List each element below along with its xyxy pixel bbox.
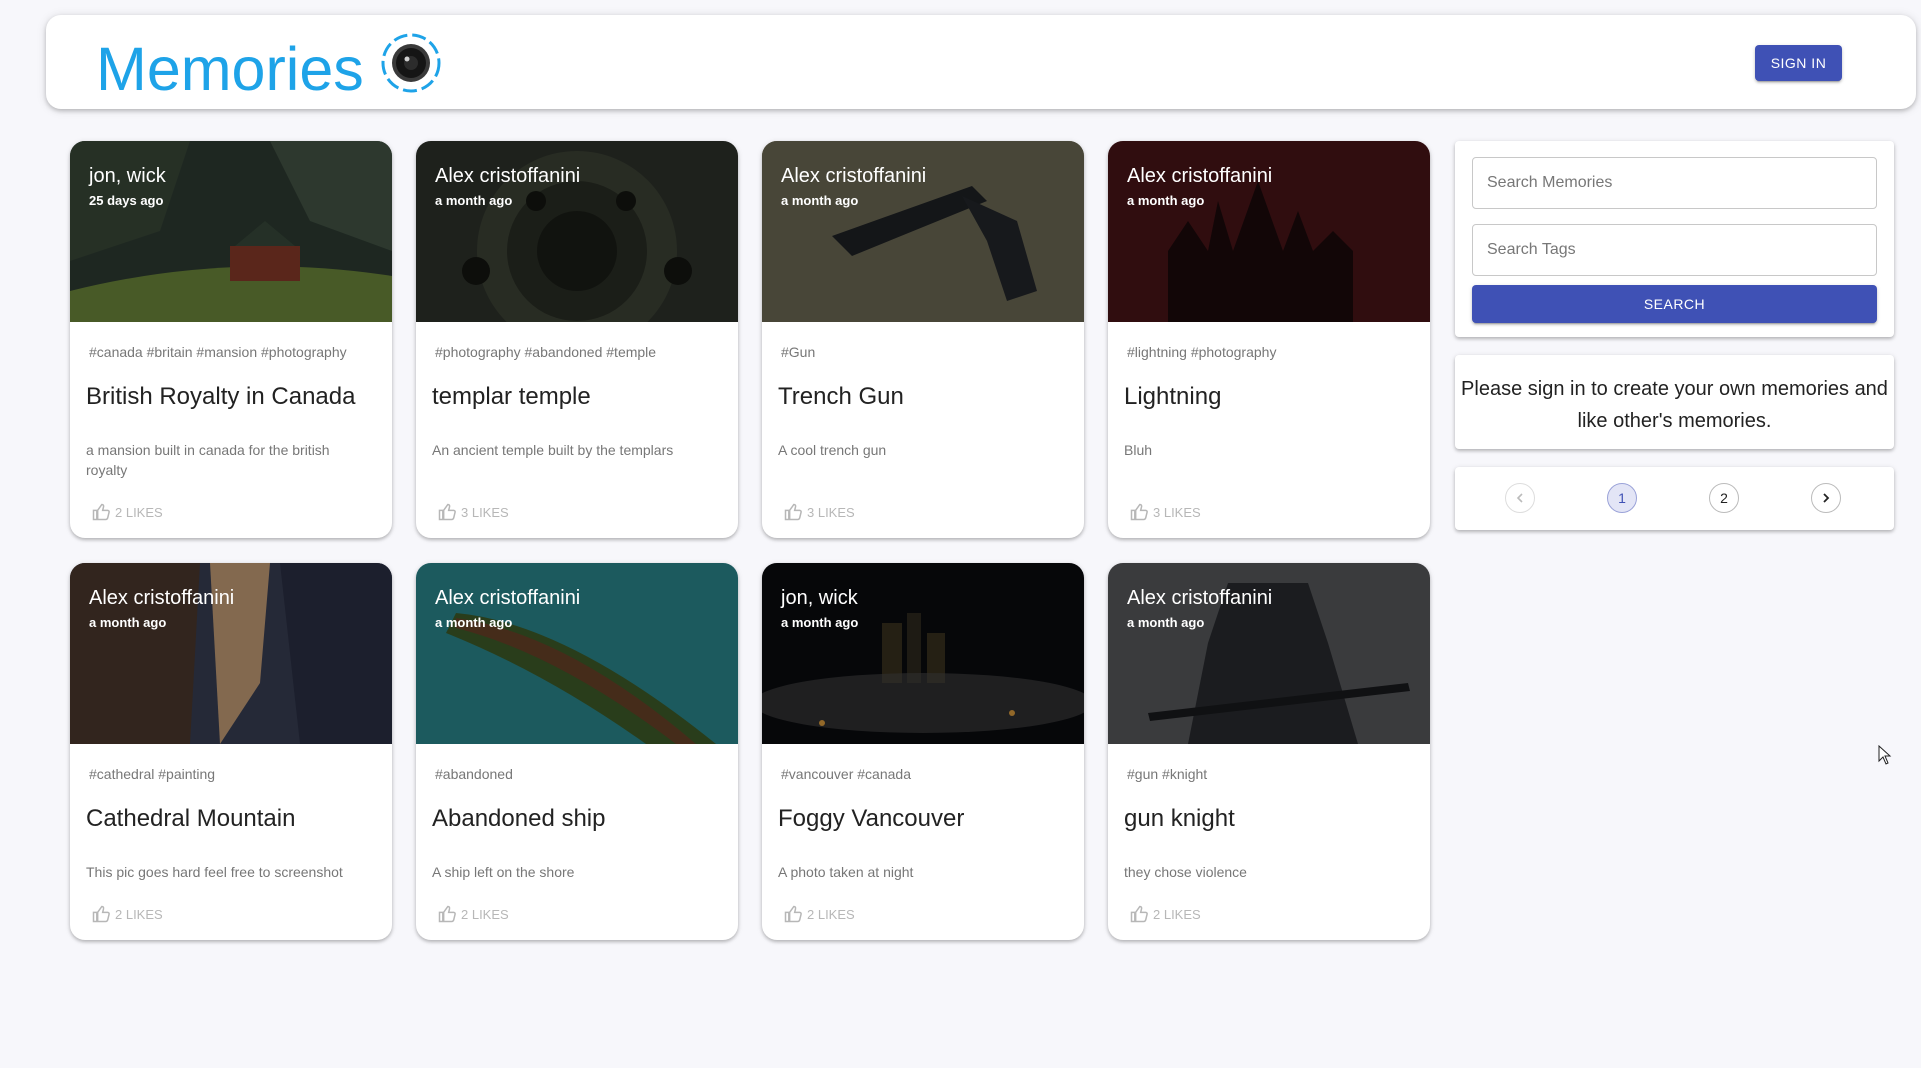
search-panel: SEARCH bbox=[1455, 141, 1894, 337]
card-description: Bluh bbox=[1124, 442, 1153, 458]
memory-card[interactable]: Alex cristoffanini a month ago #abandone… bbox=[416, 563, 738, 940]
card-title: Foggy Vancouver bbox=[778, 805, 965, 832]
search-button[interactable]: SEARCH bbox=[1472, 285, 1877, 323]
card-description: A cool trench gun bbox=[778, 442, 887, 458]
thumb-up-icon bbox=[92, 503, 110, 521]
memory-card[interactable]: Alex cristoffanini a month ago #gun #kni… bbox=[1108, 563, 1430, 940]
card-description: A ship left on the shore bbox=[432, 864, 575, 880]
like-count: 3 LIKES bbox=[807, 504, 855, 520]
app-bar: Memories SIGN IN bbox=[46, 15, 1916, 109]
card-time: a month ago bbox=[435, 193, 513, 208]
card-image: Alex cristoffanini a month ago bbox=[1108, 141, 1430, 322]
camera-lens-icon bbox=[381, 33, 441, 92]
card-title: Cathedral Mountain bbox=[86, 805, 296, 832]
app-title: Memories bbox=[96, 35, 364, 103]
card-author: Alex cristoffanini bbox=[1127, 587, 1273, 609]
search-memories-input[interactable] bbox=[1472, 157, 1877, 209]
thumb-up-icon bbox=[1130, 905, 1148, 923]
card-author: Alex cristoffanini bbox=[435, 587, 581, 609]
like-button[interactable]: 3 LIKES bbox=[1129, 502, 1201, 522]
card-time: a month ago bbox=[781, 615, 859, 630]
thumb-up-icon bbox=[1130, 503, 1148, 521]
like-button[interactable]: 2 LIKES bbox=[91, 904, 163, 924]
card-image: Alex cristoffanini a month ago bbox=[416, 563, 738, 744]
card-title: templar temple bbox=[432, 383, 591, 410]
memory-card[interactable]: jon, wick a month ago #vancouver #canada… bbox=[762, 563, 1084, 940]
mouse-cursor-icon bbox=[1878, 745, 1892, 765]
card-image: Alex cristoffanini a month ago bbox=[70, 563, 392, 744]
sign-in-notice: Please sign in to create your own memori… bbox=[1461, 378, 1888, 432]
card-tags: #canada #britain #mansion #photography bbox=[89, 344, 347, 360]
like-button[interactable]: 3 LIKES bbox=[437, 502, 509, 522]
card-tags: #gun #knight bbox=[1127, 766, 1208, 782]
like-button[interactable]: 3 LIKES bbox=[783, 502, 855, 522]
like-button[interactable]: 2 LIKES bbox=[437, 904, 509, 924]
card-title: Trench Gun bbox=[778, 383, 904, 410]
card-image: jon, wick 25 days ago bbox=[70, 141, 392, 322]
thumb-up-icon bbox=[438, 503, 456, 521]
card-tags: #Gun bbox=[781, 344, 816, 360]
memory-card[interactable]: Alex cristoffanini a month ago #photogra… bbox=[416, 141, 738, 538]
card-image: jon, wick a month ago bbox=[762, 563, 1084, 744]
card-author: Alex cristoffanini bbox=[1127, 165, 1273, 187]
search-tags-input[interactable] bbox=[1472, 224, 1877, 276]
card-tags: #lightning #photography bbox=[1127, 344, 1277, 360]
card-title: Abandoned ship bbox=[432, 805, 606, 832]
like-count: 2 LIKES bbox=[807, 906, 855, 922]
card-description: An ancient temple built by the templars bbox=[432, 442, 674, 458]
card-author: Alex cristoffanini bbox=[781, 165, 927, 187]
card-image: Alex cristoffanini a month ago bbox=[1108, 563, 1430, 744]
card-image: Alex cristoffanini a month ago bbox=[762, 141, 1084, 322]
card-tags: #vancouver #canada bbox=[781, 766, 911, 782]
sign-in-notice-panel: Please sign in to create your own memori… bbox=[1455, 355, 1894, 449]
like-count: 3 LIKES bbox=[461, 504, 509, 520]
card-time: a month ago bbox=[781, 193, 859, 208]
card-time: a month ago bbox=[1127, 615, 1205, 630]
like-count: 2 LIKES bbox=[115, 504, 163, 520]
memory-card[interactable]: Alex cristoffanini a month ago #lightnin… bbox=[1108, 141, 1430, 538]
thumb-up-icon bbox=[438, 905, 456, 923]
card-description: A photo taken at night bbox=[778, 864, 914, 880]
page-button-2[interactable]: 2 bbox=[1709, 483, 1739, 513]
card-tags: #photography #abandoned #temple bbox=[435, 344, 657, 360]
card-title: British Royalty in Canada bbox=[86, 383, 356, 410]
page-button-1[interactable]: 1 bbox=[1607, 483, 1637, 513]
card-tags: #abandoned bbox=[435, 766, 513, 782]
like-count: 3 LIKES bbox=[1153, 504, 1201, 520]
card-tags: #cathedral #painting bbox=[89, 766, 216, 782]
card-time: a month ago bbox=[89, 615, 167, 630]
thumb-up-icon bbox=[784, 905, 802, 923]
memory-card[interactable]: Alex cristoffanini a month ago #cathedra… bbox=[70, 563, 392, 940]
card-author: jon, wick bbox=[781, 587, 858, 609]
card-description: This pic goes hard feel free to screensh… bbox=[86, 864, 343, 880]
card-title: Lightning bbox=[1124, 383, 1222, 410]
like-count: 2 LIKES bbox=[115, 906, 163, 922]
card-title: gun knight bbox=[1124, 805, 1235, 832]
card-time: 25 days ago bbox=[89, 193, 164, 208]
card-author: Alex cristoffanini bbox=[89, 587, 235, 609]
card-image: Alex cristoffanini a month ago bbox=[416, 141, 738, 322]
like-button[interactable]: 2 LIKES bbox=[91, 502, 163, 522]
memory-card[interactable]: Alex cristoffanini a month ago #Gun Tren… bbox=[762, 141, 1084, 538]
memory-card[interactable]: jon, wick 25 days ago #canada #britain #… bbox=[70, 141, 392, 538]
card-description: they chose violence bbox=[1124, 864, 1247, 880]
like-button[interactable]: 2 LIKES bbox=[1129, 904, 1201, 924]
brand: Memories bbox=[96, 25, 442, 100]
pagination: 1 2 bbox=[1455, 467, 1894, 530]
chevron-left-icon[interactable] bbox=[1505, 483, 1535, 513]
like-button[interactable]: 2 LIKES bbox=[783, 904, 855, 924]
sign-in-button[interactable]: SIGN IN bbox=[1755, 45, 1842, 81]
like-count: 2 LIKES bbox=[461, 906, 509, 922]
chevron-right-icon[interactable] bbox=[1811, 483, 1841, 513]
thumb-up-icon bbox=[92, 905, 110, 923]
thumb-up-icon bbox=[784, 503, 802, 521]
card-author: jon, wick bbox=[89, 165, 166, 187]
card-time: a month ago bbox=[435, 615, 513, 630]
card-time: a month ago bbox=[1127, 193, 1205, 208]
card-description: a mansion built in canada for the britis… bbox=[86, 442, 330, 478]
like-count: 2 LIKES bbox=[1153, 906, 1201, 922]
card-author: Alex cristoffanini bbox=[435, 165, 581, 187]
